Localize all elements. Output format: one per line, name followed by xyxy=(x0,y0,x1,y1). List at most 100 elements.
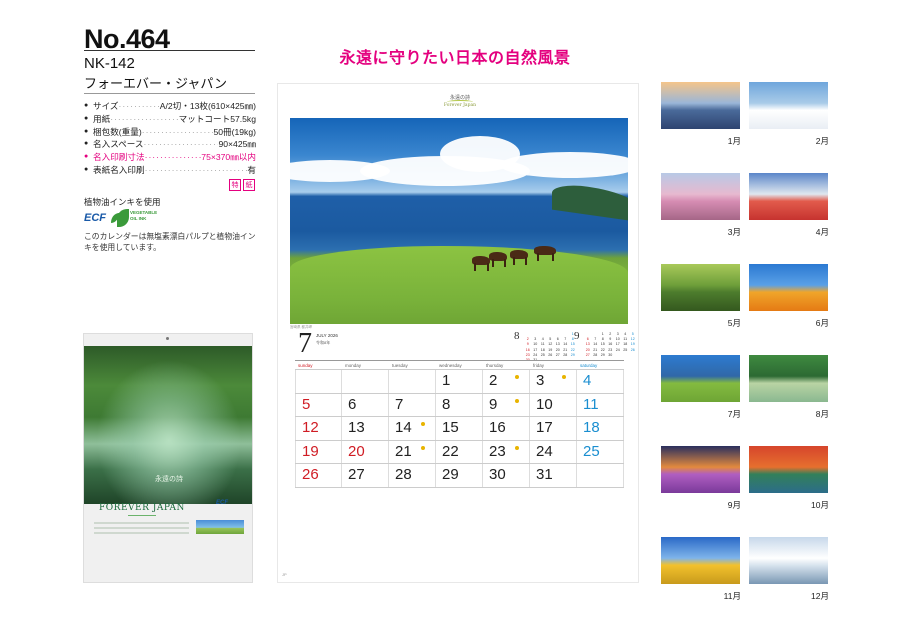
mini-day: 25 xyxy=(623,347,628,352)
day-number: 26 xyxy=(302,466,319,483)
month-label: 10月 xyxy=(811,500,829,510)
mini-day: 30 xyxy=(608,352,613,357)
month-label: 8月 xyxy=(815,409,829,419)
leaf-icon xyxy=(117,209,129,227)
vegetable-oil-ink-logo: VEGETABLE OIL INK xyxy=(117,207,157,229)
day-cell: 27 xyxy=(342,464,389,487)
month-thumbnail: 6月 xyxy=(749,264,829,329)
horse-leg xyxy=(525,257,527,265)
day-cell: 28 xyxy=(389,464,436,487)
mini-day: 28 xyxy=(563,352,568,357)
horse-leg xyxy=(474,263,476,271)
spec-row: ● 用紙 マットコート57.5kg xyxy=(84,113,256,126)
spec-row: ● 梱包数(重量) 50冊(19kg) xyxy=(84,126,256,139)
spec-key: 名入スペース xyxy=(93,139,144,150)
day-cell: 18 xyxy=(577,417,624,440)
mini-day: 24 xyxy=(615,347,620,352)
week-row: 5 6 7 8 9 10 11 xyxy=(295,393,624,417)
weekday-label: tuesday xyxy=(392,363,408,368)
cloud xyxy=(500,152,628,178)
horse-leg xyxy=(492,259,494,267)
day-cell: 5 xyxy=(295,393,342,416)
moon-phase-icon xyxy=(515,398,519,403)
spec-value: 75×370㎜以内 xyxy=(201,152,256,163)
spec-row: ● 名入印刷寸法 75×370㎜以内 xyxy=(84,151,256,164)
bullet-icon: ● xyxy=(84,127,89,135)
day-number: 8 xyxy=(442,395,451,413)
day-cell: 30 xyxy=(483,464,530,487)
day-number: 1 xyxy=(442,372,451,389)
bullet-icon: ● xyxy=(84,153,89,161)
spec-value: 90×425㎜ xyxy=(218,139,256,150)
thumbnail-photo xyxy=(661,537,740,584)
month-label: 6月 xyxy=(815,318,829,328)
bullet-icon: ● xyxy=(84,114,89,122)
day-cell: 24 xyxy=(530,440,577,463)
week-row: 12 13 14 15 16 17 18 xyxy=(295,417,624,441)
month-thumbnail: 9月 xyxy=(661,446,741,511)
day-number: 5 xyxy=(302,395,311,413)
thumbnail-photo xyxy=(749,537,828,584)
thumbnail-photo xyxy=(749,82,828,129)
day-number: 4 xyxy=(583,372,592,389)
horse-leg xyxy=(504,259,506,267)
paper-mark-icon: 紙 xyxy=(243,179,255,191)
horse-leg xyxy=(513,257,515,265)
thumbnail-photo xyxy=(661,446,740,493)
day-cell: 10 xyxy=(530,393,577,416)
horse-leg xyxy=(552,253,554,261)
day-cell: 22 xyxy=(436,440,483,463)
day-number: 6 xyxy=(348,395,357,413)
day-number: 13 xyxy=(348,419,365,436)
spec-value: A/2切・13枚(610×425㎜) xyxy=(159,101,256,111)
day-number: 27 xyxy=(348,466,365,483)
month-name: JULY 2026 xyxy=(316,333,338,338)
leader-dots xyxy=(145,164,248,177)
day-number: 22 xyxy=(442,442,459,460)
week-row: 19 20 21 22 23 24 25 xyxy=(295,440,624,464)
main-photo xyxy=(290,118,628,324)
day-number: 21 xyxy=(395,442,412,460)
month-label: 4月 xyxy=(815,227,829,237)
calendar-footer: JP xyxy=(282,572,287,577)
day-number: 9 xyxy=(489,395,498,413)
mini-day: 29 xyxy=(570,352,575,357)
month-label: 3月 xyxy=(727,227,741,237)
weekday-label: thursday xyxy=(486,363,504,368)
day-cell: 31 xyxy=(530,464,577,487)
mini-day: 26 xyxy=(548,352,553,357)
era-year: 令和8年 xyxy=(316,340,331,345)
coastline xyxy=(552,181,628,223)
product-name: フォーエバー・ジャパン xyxy=(84,76,228,91)
mini-grid: 1 2 3 4 5 6 7 8 9 10 11 12 13 14 15 16 17 18 19 20 21 22 23 24 2… xyxy=(524,332,577,363)
day-cell: 20 xyxy=(342,440,389,463)
thumbnail-photo xyxy=(749,264,828,311)
day-cell: 7 xyxy=(389,393,436,416)
month-label: 7月 xyxy=(727,409,741,419)
day-cell: 11 xyxy=(577,393,624,416)
day-number: 16 xyxy=(489,419,506,436)
day-number: 23 xyxy=(489,442,506,460)
empty-cell xyxy=(342,370,389,393)
day-number: 10 xyxy=(536,395,553,413)
bullet-icon: ● xyxy=(84,165,89,173)
spec-key: 表紙名入印刷 xyxy=(93,164,145,175)
spec-key: 梱包数(重量) xyxy=(93,126,142,137)
mini-day: 25 xyxy=(540,352,545,357)
horse-leg xyxy=(487,263,489,271)
day-cell: 14 xyxy=(389,417,436,440)
day-cell: 1 xyxy=(436,370,483,393)
day-number: 20 xyxy=(348,442,365,460)
day-number: 7 xyxy=(395,395,404,413)
weekday-label: wednesday xyxy=(439,363,462,368)
day-number: 25 xyxy=(583,442,600,460)
cover-thumbnail xyxy=(196,520,244,534)
day-cell: 9 xyxy=(483,393,530,416)
product-info-panel: No.464 NK-142 フォーエバー・ジャパン ● サイズ A/2切・13枚(6… xyxy=(0,0,270,637)
spec-row: ● 名入スペース 90×425㎜ xyxy=(84,138,256,151)
month-thumbnail: 10月 xyxy=(749,446,829,511)
month-thumbnail: 12月 xyxy=(749,537,829,602)
spec-key: 名入印刷寸法 xyxy=(93,152,145,163)
month-label: 5月 xyxy=(727,318,741,328)
divider xyxy=(84,93,255,94)
